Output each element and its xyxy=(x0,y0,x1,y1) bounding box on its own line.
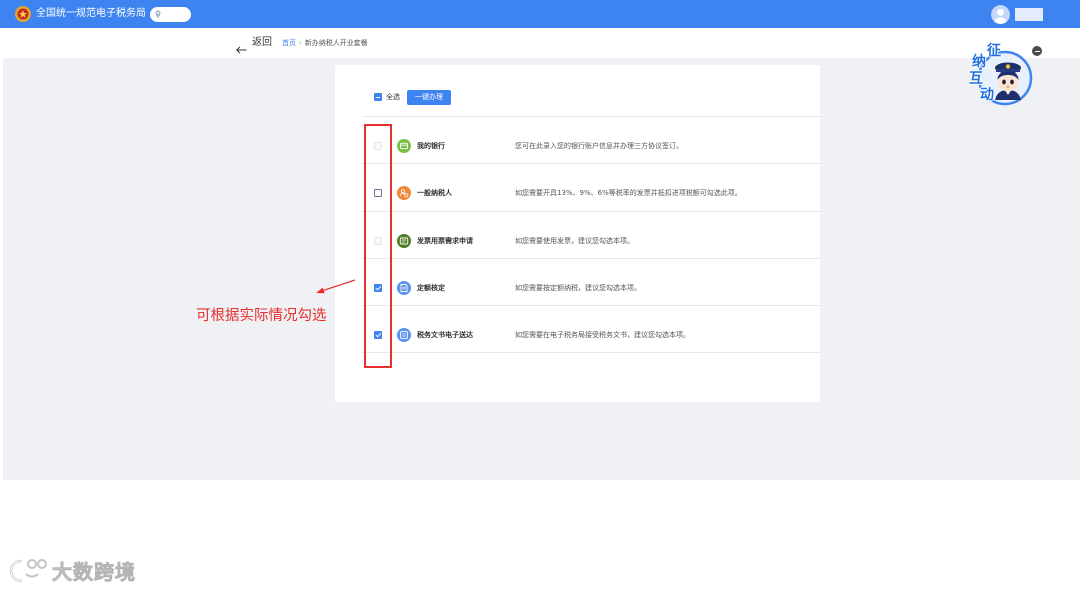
list-item: 定额核定 如您需要按定额纳税，建议您勾选本项。 xyxy=(362,257,820,305)
annotation-text: 可根据实际情况勾选 xyxy=(196,308,327,324)
breadcrumb-home[interactable]: 首页 xyxy=(282,39,296,47)
e-delivery-document-icon xyxy=(397,328,411,343)
arrow-left-icon xyxy=(236,39,247,54)
breadcrumb-current: 新办纳税人开业套餐 xyxy=(304,39,368,47)
taxpayer-icon xyxy=(397,186,411,201)
assistant-char: 互 xyxy=(969,71,983,87)
assistant-char: 纳 xyxy=(972,54,986,70)
item-description: 如您需要按定额纳税，建议您勾选本项。 xyxy=(515,283,641,292)
tax-emblem-icon xyxy=(14,5,32,23)
list-item: 发票用票需求申请 如您需要使用发票，建议您勾选本项。 xyxy=(362,210,820,258)
item-description: 如您需要在电子税务局接受税务文书，建议您勾选本项。 xyxy=(515,331,690,340)
package-card: 全选 一键办理 我的银行 您可在此录入您的银行账户信息并办理三方协议签订。 一般… xyxy=(335,65,820,402)
item-description: 如您需要使用发票，建议您勾选本项。 xyxy=(515,236,634,245)
item-title: 定额核定 xyxy=(417,283,445,292)
annotation-arrow-icon xyxy=(310,275,360,299)
minus-circle-icon[interactable] xyxy=(1032,46,1042,56)
list-item: 我的银行 您可在此录入您的银行账户信息并办理三方协议签订。 xyxy=(362,116,820,163)
item-description: 如您需要开具13%、9%、6%等税率的发票并抵扣进项税额可勾选此项。 xyxy=(515,189,742,198)
watermark-logo-icon xyxy=(8,556,50,584)
item-title: 税务文书电子送达 xyxy=(417,331,473,340)
quota-document-icon xyxy=(397,280,411,295)
item-title: 我的银行 xyxy=(417,142,445,150)
bank-card-icon xyxy=(397,139,411,153)
user-avatar-icon[interactable] xyxy=(991,5,1010,24)
assistant-widget[interactable]: 征 纳 互 动 xyxy=(965,42,1037,108)
assistant-char: 动 xyxy=(980,87,994,103)
annotation-highlight-box xyxy=(364,124,392,368)
list-item: 一般纳税人 如您需要开具13%、9%、6%等税率的发票并抵扣进项税额可勾选此项。 xyxy=(362,163,820,210)
item-title: 发票用票需求申请 xyxy=(417,236,473,245)
site-title: 全国统一规范电子税务局 xyxy=(36,8,146,19)
back-link[interactable]: 返回 xyxy=(236,36,272,54)
item-description: 您可在此录入您的银行账户信息并办理三方协议签订。 xyxy=(515,142,683,150)
back-label: 返回 xyxy=(252,37,272,48)
top-header-bar: 全国统一规范电子税务局 xyxy=(0,0,1080,28)
list-item: 税务文书电子送达 如您需要在电子税务局接受税务文书，建议您勾选本项。 xyxy=(362,305,820,354)
location-select[interactable] xyxy=(150,7,191,22)
user-name-block[interactable] xyxy=(1015,8,1043,21)
breadcrumb: 首页 › 新办纳税人开业套餐 xyxy=(282,38,368,48)
one-click-process-button[interactable]: 一键办理 xyxy=(407,90,451,105)
select-all-label[interactable]: 全选 xyxy=(386,92,400,102)
assistant-char: 征 xyxy=(987,43,1001,59)
watermark-text: 大数跨境 xyxy=(52,560,136,585)
item-title: 一般纳税人 xyxy=(417,189,452,198)
breadcrumb-separator: › xyxy=(299,39,302,47)
select-all-checkbox[interactable] xyxy=(374,93,382,101)
invoice-icon xyxy=(397,233,411,248)
service-list: 我的银行 您可在此录入您的银行账户信息并办理三方协议签订。 一般纳税人 如您需要… xyxy=(362,116,820,354)
